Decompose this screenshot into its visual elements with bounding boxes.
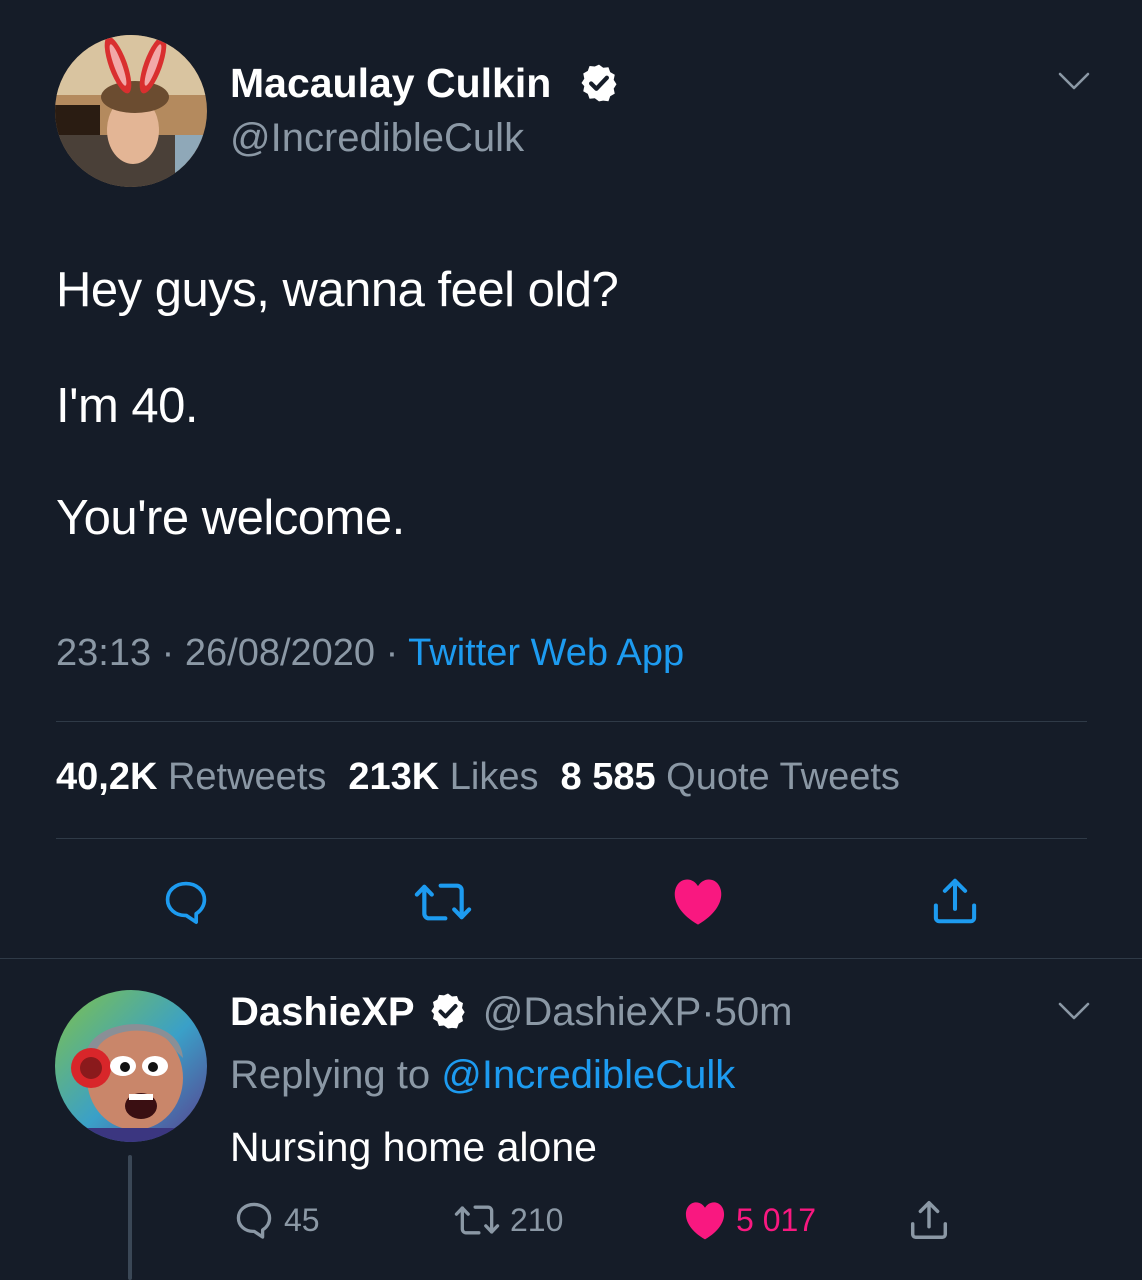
verified-badge-icon xyxy=(428,991,468,1031)
tweet-text-line-3: You're welcome. xyxy=(56,491,405,545)
replying-prefix: Replying to xyxy=(230,1053,442,1097)
retweets-label: Retweets xyxy=(167,756,327,798)
reply-author-name[interactable]: DashieXP xyxy=(230,990,415,1034)
likes-stat[interactable]: 213K Likes xyxy=(348,756,538,798)
heart-icon xyxy=(685,1202,725,1240)
reply-icon xyxy=(236,1202,272,1239)
reply-retweet-button[interactable]: 210 xyxy=(452,1198,563,1242)
reply-share-button[interactable] xyxy=(906,1198,960,1242)
replying-handle-link[interactable]: @IncredibleCulk xyxy=(441,1053,735,1097)
tweet-time[interactable]: 23:13 xyxy=(56,632,151,674)
verified-badge-icon xyxy=(578,62,620,109)
reply-age[interactable]: 50m xyxy=(715,990,793,1034)
reply-reply-count: 45 xyxy=(284,1201,320,1238)
author-name[interactable]: Macaulay Culkin xyxy=(230,60,551,107)
tweet-text-line-1: Hey guys, wanna feel old? xyxy=(56,263,619,317)
heart-icon[interactable] xyxy=(670,874,726,933)
divider xyxy=(56,721,1087,722)
retweets-count: 40,2K xyxy=(56,756,158,798)
replying-to: Replying to @IncredibleCulk xyxy=(230,1053,735,1098)
reply-like-button[interactable]: 5 017 xyxy=(682,1198,816,1242)
chevron-down-icon[interactable] xyxy=(1056,66,1092,101)
reply-retweet-count: 210 xyxy=(510,1201,564,1238)
thread-line xyxy=(128,1155,132,1280)
reply-reply-button[interactable]: 45 xyxy=(232,1198,320,1242)
tweet-meta: 23:13 · 26/08/2020 · Twitter Web App xyxy=(56,632,684,675)
author-handle[interactable]: @IncredibleCulk xyxy=(230,116,524,161)
tweet-date[interactable]: 26/08/2020 xyxy=(185,632,375,674)
main-tweet: Macaulay Culkin @IncredibleCulk Hey guys… xyxy=(0,0,1142,958)
reply-author-avatar[interactable] xyxy=(55,990,207,1142)
tweet-stats: 40,2K Retweets 213K Likes 8 585 Quote Twee… xyxy=(56,756,900,799)
section-separator xyxy=(0,958,1142,959)
share-icon xyxy=(910,1201,948,1239)
retweets-stat[interactable]: 40,2K Retweets xyxy=(56,756,326,798)
reply-dot: · xyxy=(701,990,715,1034)
reply-like-count: 5 017 xyxy=(736,1201,817,1238)
author-avatar[interactable] xyxy=(55,35,207,187)
retweet-icon[interactable] xyxy=(412,874,474,935)
quotes-count: 8 585 xyxy=(560,756,656,798)
reply-text: Nursing home alone xyxy=(230,1124,597,1170)
reply-header: DashieXP @DashieXP·50m xyxy=(230,990,792,1035)
likes-count: 213K xyxy=(348,756,440,798)
meta-separator: · xyxy=(375,632,409,674)
reply-author-handle[interactable]: @DashieXP xyxy=(483,990,701,1034)
tweet-source-link[interactable]: Twitter Web App xyxy=(408,632,684,674)
share-icon[interactable] xyxy=(928,874,982,933)
quotes-label: Quote Tweets xyxy=(666,756,900,798)
likes-label: Likes xyxy=(449,756,539,798)
chevron-down-icon[interactable] xyxy=(1056,996,1092,1031)
meta-separator: · xyxy=(151,632,185,674)
tweet-text-line-2: I'm 40. xyxy=(56,379,199,433)
quotes-stat[interactable]: 8 585 Quote Tweets xyxy=(561,756,900,798)
reply-icon[interactable] xyxy=(160,876,212,933)
retweet-icon xyxy=(454,1205,500,1235)
divider xyxy=(56,838,1087,839)
